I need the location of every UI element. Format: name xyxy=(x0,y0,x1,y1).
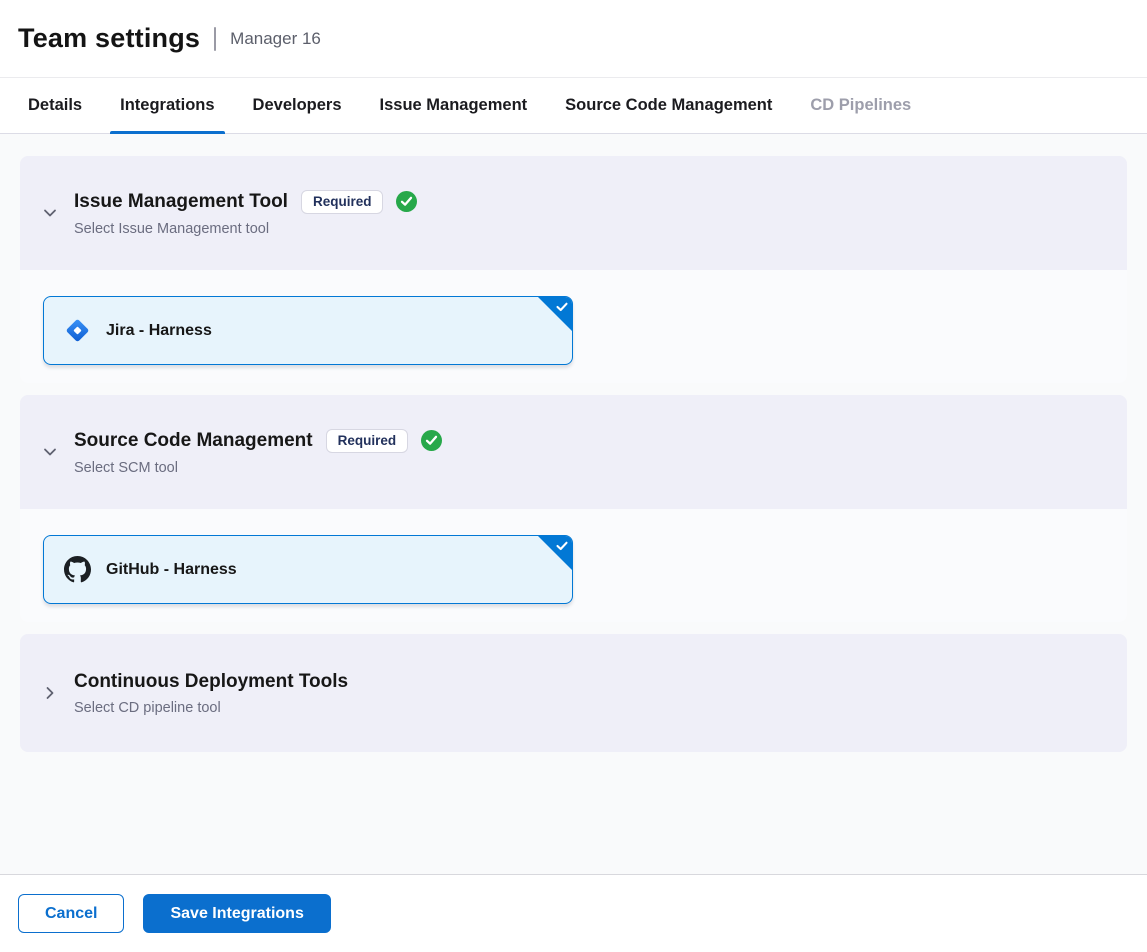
selected-check-icon xyxy=(555,300,569,314)
chevron-down-icon[interactable] xyxy=(42,444,58,460)
page-header: Team settings Manager 16 xyxy=(0,0,1147,78)
tab-source-code-management[interactable]: Source Code Management xyxy=(555,78,782,133)
integrations-panel: Issue Management Tool Required Select Is… xyxy=(0,134,1147,874)
title-divider xyxy=(214,27,216,51)
section-cd-header[interactable]: Continuous Deployment Tools Select CD pi… xyxy=(20,634,1127,752)
tab-issue-management[interactable]: Issue Management xyxy=(370,78,538,133)
section-subtitle: Select SCM tool xyxy=(74,460,442,476)
selected-check-icon xyxy=(555,539,569,553)
page-title: Team settings xyxy=(18,23,200,54)
chevron-right-icon[interactable] xyxy=(42,685,58,701)
action-bar: Cancel Save Integrations xyxy=(0,874,1147,952)
tab-integrations[interactable]: Integrations xyxy=(110,78,224,133)
cancel-button[interactable]: Cancel xyxy=(18,894,124,933)
section-issue-management-body: Jira - Harness xyxy=(20,270,1127,383)
required-badge: Required xyxy=(326,429,409,453)
tab-bar: Details Integrations Developers Issue Ma… xyxy=(0,78,1147,134)
tool-card-github[interactable]: GitHub - Harness xyxy=(43,535,573,604)
section-continuous-deployment: Continuous Deployment Tools Select CD pi… xyxy=(20,634,1127,752)
page-subtitle: Manager 16 xyxy=(230,29,321,49)
section-issue-management-tool: Issue Management Tool Required Select Is… xyxy=(20,156,1127,383)
success-check-icon xyxy=(396,191,417,212)
tool-label: GitHub - Harness xyxy=(106,561,237,579)
section-scm-body: GitHub - Harness xyxy=(20,509,1127,622)
section-title: Source Code Management xyxy=(74,430,313,452)
section-title: Continuous Deployment Tools xyxy=(74,671,348,693)
section-title: Issue Management Tool xyxy=(74,191,288,213)
section-heading-text: Continuous Deployment Tools Select CD pi… xyxy=(74,671,348,716)
section-issue-management-header[interactable]: Issue Management Tool Required Select Is… xyxy=(20,156,1127,270)
tab-cd-pipelines: CD Pipelines xyxy=(800,78,921,133)
required-badge: Required xyxy=(301,190,384,214)
tool-label: Jira - Harness xyxy=(106,322,212,340)
save-integrations-button[interactable]: Save Integrations xyxy=(143,894,330,933)
tab-developers[interactable]: Developers xyxy=(243,78,352,133)
tool-card-jira[interactable]: Jira - Harness xyxy=(43,296,573,365)
github-icon xyxy=(64,556,91,583)
section-scm-header[interactable]: Source Code Management Required Select S… xyxy=(20,395,1127,509)
section-source-code-management: Source Code Management Required Select S… xyxy=(20,395,1127,622)
section-subtitle: Select Issue Management tool xyxy=(74,221,417,237)
section-heading-text: Issue Management Tool Required Select Is… xyxy=(74,190,417,237)
chevron-down-icon[interactable] xyxy=(42,205,58,221)
tab-details[interactable]: Details xyxy=(18,78,92,133)
section-subtitle: Select CD pipeline tool xyxy=(74,700,348,716)
jira-icon xyxy=(64,317,91,344)
section-heading-text: Source Code Management Required Select S… xyxy=(74,429,442,476)
success-check-icon xyxy=(421,430,442,451)
